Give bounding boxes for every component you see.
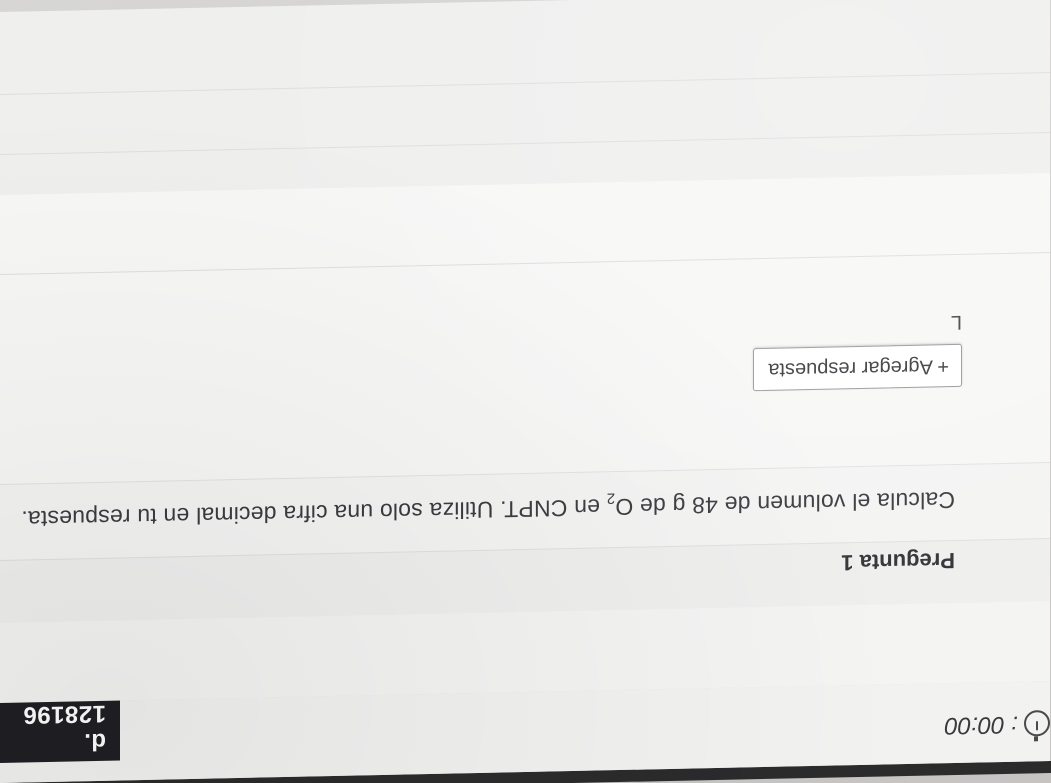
timer-text: : 00:00 <box>944 710 1018 740</box>
photo-stage: : 00:00 d. 128196 Pregunta 1 Calcula el … <box>0 0 1051 783</box>
exam-id-badge: d. 128196 <box>0 692 120 764</box>
formula-subscript: 2 <box>606 489 616 507</box>
timer: : 00:00 <box>945 709 1050 739</box>
answer-row: + Agregar respuesta <box>753 343 962 392</box>
add-answer-button[interactable]: + Agregar respuesta <box>753 343 962 392</box>
question-title: Pregunta 1 <box>841 547 955 576</box>
add-answer-label: + Agregar respuesta <box>768 355 949 381</box>
answer-area <box>0 172 1050 486</box>
lower-panel <box>0 0 1050 196</box>
unit-label: L <box>950 310 962 334</box>
exam-page: : 00:00 d. 128196 Pregunta 1 Calcula el … <box>0 0 1051 783</box>
stopwatch-icon <box>1024 710 1050 737</box>
